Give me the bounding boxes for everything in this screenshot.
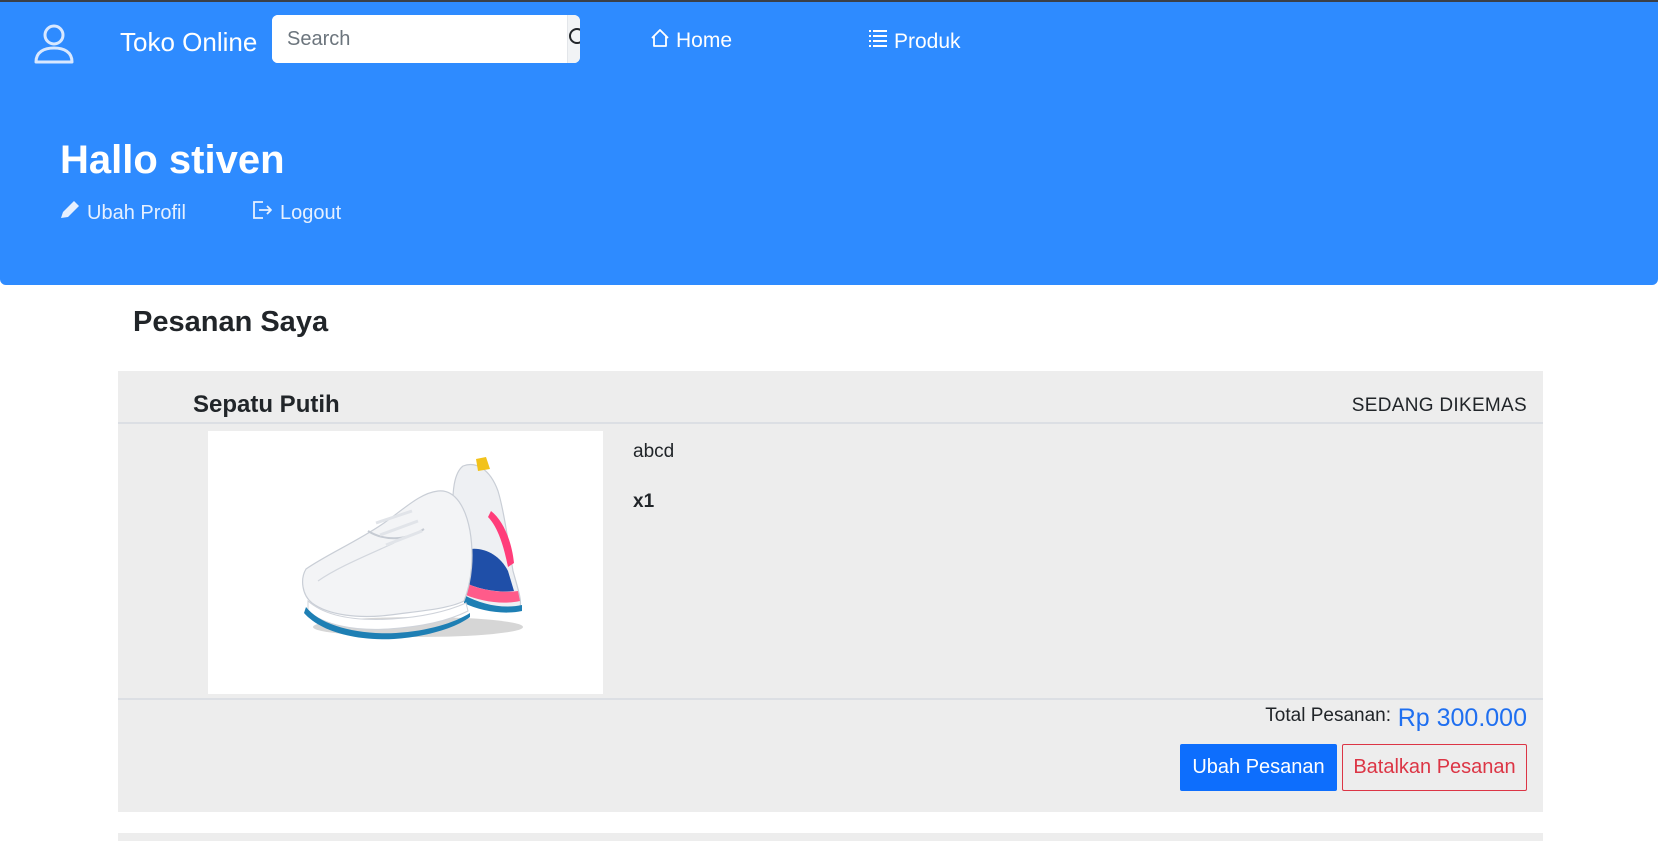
total-label: Total Pesanan: bbox=[1265, 705, 1391, 726]
logout-link[interactable]: Logout bbox=[252, 200, 341, 226]
product-name: Sepatu Putih bbox=[193, 391, 340, 418]
total-price: Rp 300.000 bbox=[1397, 704, 1527, 732]
search-icon bbox=[568, 27, 580, 52]
user-icon[interactable] bbox=[32, 22, 76, 66]
nav-produk[interactable]: Produk bbox=[868, 28, 961, 56]
edit-order-button[interactable]: Ubah Pesanan bbox=[1180, 744, 1337, 791]
search-input[interactable] bbox=[272, 15, 567, 63]
pencil-icon bbox=[59, 200, 87, 226]
next-order-card bbox=[118, 833, 1543, 841]
home-icon bbox=[650, 28, 676, 54]
cancel-order-button[interactable]: Batalkan Pesanan bbox=[1342, 744, 1527, 791]
product-image bbox=[208, 431, 603, 694]
order-card: Sepatu Putih SEDANG DIKEMAS abcd x1 Tota… bbox=[118, 371, 1543, 812]
order-header: Sepatu Putih SEDANG DIKEMAS bbox=[118, 371, 1543, 424]
nav-produk-label: Produk bbox=[894, 30, 961, 53]
nav-home[interactable]: Home bbox=[650, 28, 732, 54]
list-icon bbox=[868, 28, 894, 56]
product-description: abcd bbox=[633, 441, 675, 462]
product-quantity: x1 bbox=[633, 491, 655, 512]
search-group bbox=[272, 15, 580, 63]
logout-label: Logout bbox=[280, 201, 342, 224]
section-title: Pesanan Saya bbox=[133, 306, 329, 338]
logout-icon bbox=[252, 200, 280, 226]
divider bbox=[118, 698, 1543, 700]
status-badge: SEDANG DIKEMAS bbox=[1351, 395, 1527, 416]
hero-banner: Toko Online Home bbox=[0, 2, 1658, 285]
search-button[interactable] bbox=[567, 15, 580, 63]
nav-home-label: Home bbox=[676, 29, 733, 52]
brand-title[interactable]: Toko Online bbox=[120, 27, 257, 58]
greeting-title: Hallo stiven bbox=[60, 138, 285, 182]
edit-profile-link[interactable]: Ubah Profil bbox=[59, 200, 186, 226]
edit-profile-label: Ubah Profil bbox=[87, 201, 186, 224]
